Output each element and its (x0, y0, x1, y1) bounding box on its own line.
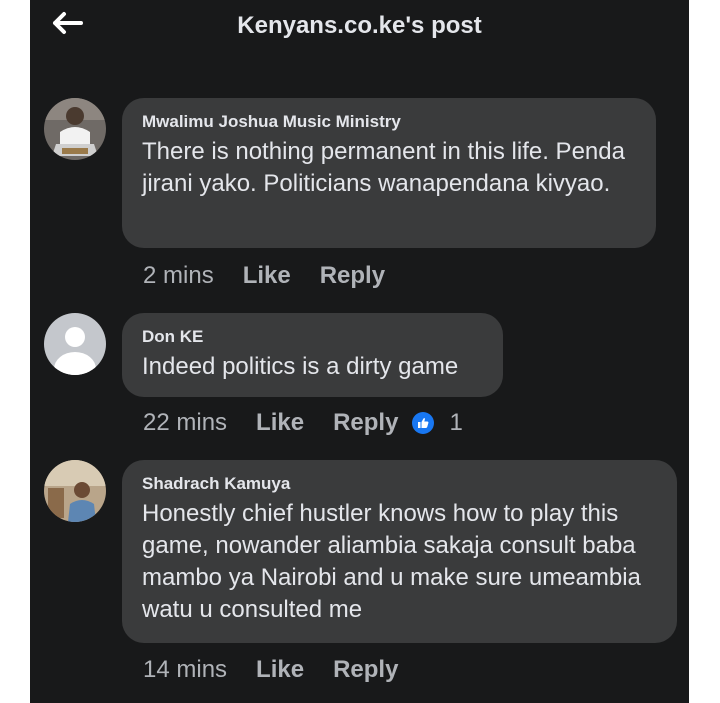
like-button[interactable]: Like (256, 409, 304, 437)
user-photo-icon (44, 98, 106, 160)
avatar[interactable] (44, 460, 106, 522)
comment-author[interactable]: Mwalimu Joshua Music Ministry (142, 112, 636, 132)
reply-button[interactable]: Reply (333, 656, 398, 684)
comment-timestamp: 22 mins (143, 409, 228, 436)
comment-bubble: Don KE Indeed politics is a dirty game (122, 313, 503, 397)
reply-button[interactable]: Reply (320, 262, 385, 290)
top-bar: Kenyans.co.ke's post (30, 0, 689, 54)
comment-actions: 22 mins Like Reply 1 (143, 408, 463, 438)
avatar[interactable] (44, 313, 106, 375)
comment-actions: 14 mins Like Reply (143, 655, 427, 685)
reply-button[interactable]: Reply (333, 409, 398, 437)
comment-author[interactable]: Don KE (142, 327, 483, 347)
comment-text: There is nothing permanent in this life.… (142, 138, 625, 197)
comment-bubble: Shadrach Kamuya Honestly chief hustler k… (122, 460, 677, 643)
like-reaction-icon[interactable] (412, 412, 435, 434)
user-photo-icon (44, 460, 106, 522)
comment-timestamp: 2 mins (143, 262, 214, 289)
comment-text: Indeed politics is a dirty game (142, 353, 459, 380)
reaction-count: 1 (449, 409, 463, 436)
page-title: Kenyans.co.ke's post (237, 12, 482, 39)
comment-timestamp: 14 mins (143, 656, 228, 683)
comment-actions: 2 mins Like Reply (143, 261, 414, 291)
like-button[interactable]: Like (256, 656, 304, 684)
avatar[interactable] (44, 98, 106, 160)
default-profile-icon (44, 313, 106, 375)
comment-bubble: Mwalimu Joshua Music Ministry There is n… (122, 98, 656, 248)
comment-text: Honestly chief hustler knows how to play… (142, 500, 641, 623)
comment-author[interactable]: Shadrach Kamuya (142, 474, 657, 494)
post-comments-screen: Kenyans.co.ke's post Mwalimu Joshua Musi… (30, 0, 689, 703)
like-button[interactable]: Like (243, 262, 291, 290)
